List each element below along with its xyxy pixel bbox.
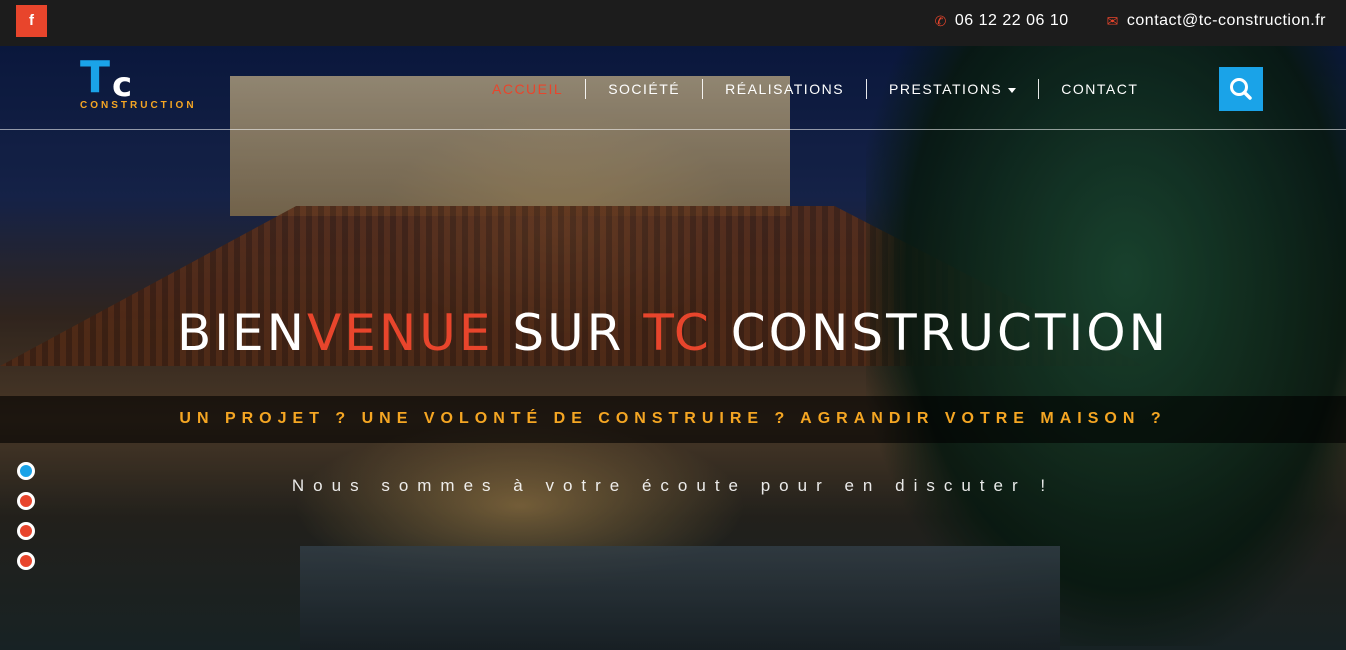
site-logo[interactable]: T c CONSTRUCTION [80,56,220,116]
hero-subtext: Nous sommes à votre écoute pour en discu… [291,476,1055,495]
nav-accueil[interactable]: ACCUEIL [470,81,585,97]
tagline: UN PROJET ? UNE VOLONTÉ DE CONSTRUIRE ? … [179,410,1167,427]
email-link[interactable]: contact@tc-construction.fr [1127,12,1326,30]
contact-info: ✆ 06 12 22 06 10 ✉ contact@tc-constructi… [935,12,1326,30]
slider-dots [17,462,35,582]
tagline-band: UN PROJET ? UNE VOLONTÉ DE CONSTRUIRE ? … [0,396,1346,443]
phone-icon: ✆ [934,12,947,29]
hero-slider: T c CONSTRUCTION ACCUEIL SOCIÉTÉ RÉALISA… [0,46,1346,650]
slide-dot-1[interactable] [17,462,35,480]
hero-headline: BIENVENUE SUR TC CONSTRUCTION [177,304,1169,362]
facebook-icon[interactable]: f [16,5,47,37]
slide-dot-4[interactable] [17,552,35,570]
nav-societe[interactable]: SOCIÉTÉ [586,81,702,97]
caret-down-icon [1008,87,1017,93]
top-bar: f ✆ 06 12 22 06 10 ✉ contact@tc-construc… [0,0,1346,46]
nav-divider [0,129,1346,130]
search-icon [1230,78,1252,100]
envelope-icon: ✉ [1106,12,1119,29]
main-nav: ACCUEIL SOCIÉTÉ RÉALISATIONS PRESTATIONS… [470,78,1160,100]
nav-prestations[interactable]: PRESTATIONS [867,81,1038,97]
search-button[interactable] [1219,67,1263,111]
phone-number[interactable]: 06 12 22 06 10 [955,12,1069,30]
slide-dot-2[interactable] [17,492,35,510]
slide-dot-3[interactable] [17,522,35,540]
nav-contact[interactable]: CONTACT [1039,81,1160,97]
nav-realisations[interactable]: RÉALISATIONS [703,81,866,97]
